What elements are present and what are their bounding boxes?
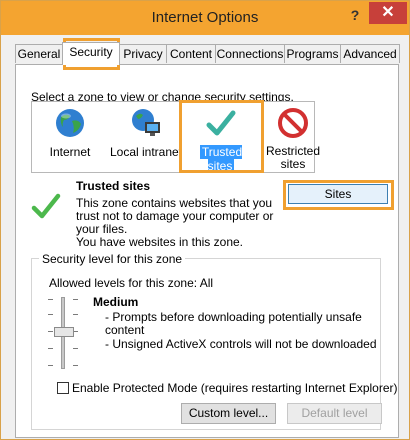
zone-description-line1: This zone contains websites that you [76,196,273,210]
zone-description-line3: your files. [76,222,128,236]
level-bullet-1-cont: content [105,323,145,337]
close-button[interactable]: ✕ [369,2,407,24]
zone-internet-label: Internet [49,145,91,159]
zone-trusted-sites-label: Trusted sites [199,145,243,173]
zone-restricted-sites[interactable]: Restricted sites [263,107,323,171]
tab-strip: General Security Privacy Content Connect… [15,42,401,65]
security-level-name: Medium [93,295,139,309]
tab-general[interactable]: General [15,44,63,63]
zone-local-intranet-label: Local intranet [109,145,183,159]
security-level-group-title: Security level for this zone [39,252,186,266]
zone-local-intranet[interactable]: Local intranet [107,107,185,159]
zone-description-line2: trust not to damage your computer or [76,209,274,223]
custom-level-button[interactable]: Custom level... [181,403,276,424]
zone-trusted-sites[interactable]: Trusted sites [186,107,256,173]
protected-mode-checkbox[interactable] [57,382,69,394]
allowed-levels-label: Allowed levels for this zone: All [49,276,214,290]
checkmark-icon [205,107,237,139]
tab-advanced[interactable]: Advanced [340,44,400,63]
tab-programs[interactable]: Programs [284,44,341,63]
selected-zone-title: Trusted sites [76,179,151,193]
slider-thumb[interactable] [54,327,74,337]
zone-description-line4: You have websites in this zone. [76,235,243,249]
tab-connections[interactable]: Connections [215,44,285,63]
checkmark-icon [31,191,61,221]
globe-icon [54,107,86,139]
default-level-button[interactable]: Default level [287,403,382,424]
tab-privacy[interactable]: Privacy [119,44,167,63]
intranet-icon [130,107,162,139]
level-bullet-1: - Prompts before downloading potentially… [105,310,362,324]
zone-internet[interactable]: Internet [41,107,99,159]
internet-options-window: Internet Options ? ✕ General Security Pr… [0,0,410,440]
protected-mode-label: Enable Protected Mode (requires restarti… [72,381,398,395]
tab-content[interactable]: Content [166,44,216,63]
zone-list-scrollbar[interactable] [315,101,331,173]
restricted-icon [277,107,309,139]
level-bullet-2: - Unsigned ActiveX controls will not be … [105,337,377,351]
title-bar[interactable]: Internet Options ? ✕ [1,1,409,35]
tab-security[interactable]: Security [62,42,120,65]
sites-button[interactable]: Sites [288,184,388,204]
zone-restricted-label-line2: sites [280,157,306,171]
help-button[interactable]: ? [347,7,363,25]
